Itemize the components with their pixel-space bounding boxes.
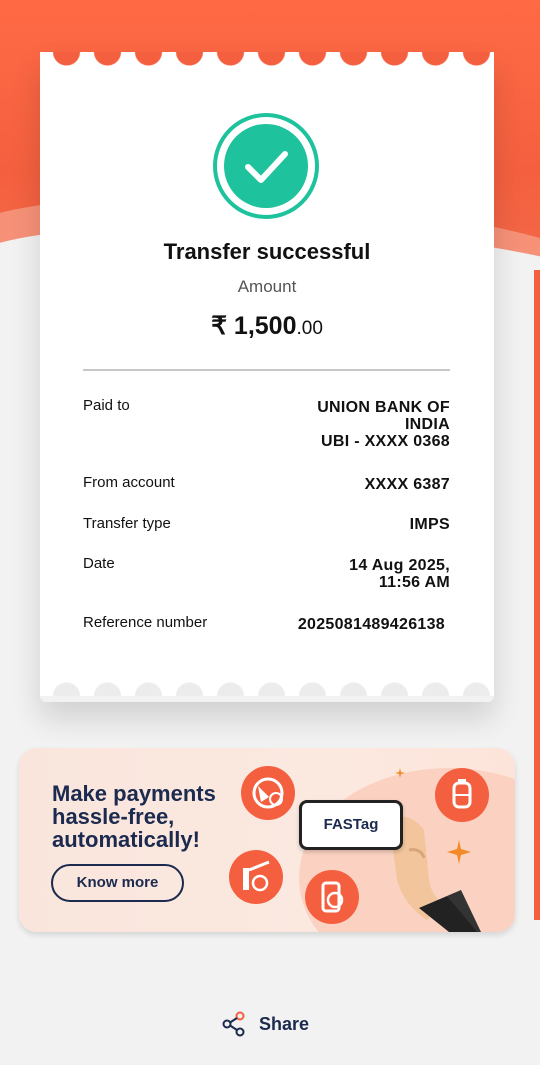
banner-title: Make payments hassle-free, automatically… <box>52 781 216 852</box>
satellite-icon <box>241 766 295 820</box>
from-account-label: From account <box>83 474 175 491</box>
transfer-type-label: Transfer type <box>83 515 171 532</box>
share-button[interactable]: Share <box>222 1010 309 1038</box>
divider <box>83 369 450 371</box>
amount-decimal: .00 <box>296 318 323 339</box>
success-icon <box>213 113 319 219</box>
sparkle-icon <box>395 768 405 778</box>
amount-value: ₹ 1,500.00 <box>40 311 494 341</box>
amount-label: Amount <box>237 277 297 296</box>
fastag-card: FASTag <box>299 800 403 850</box>
transfer-status-title: Transfer successful <box>163 239 371 264</box>
know-more-button[interactable]: Know more <box>51 864 184 902</box>
from-account-line: XXXX 6387 <box>364 476 450 493</box>
toll-gate-icon <box>229 850 283 904</box>
paid-to-line: UBI - XXXX 0368 <box>321 433 450 450</box>
share-icon <box>222 1011 245 1037</box>
mobile-payment-icon <box>305 870 359 924</box>
share-label: Share <box>259 1013 310 1034</box>
date-value: 14 Aug 2025, 11:56 AM <box>349 557 450 591</box>
paid-to-line: INDIA <box>404 416 450 433</box>
receipt-bottom-edge <box>40 680 494 696</box>
transfer-type-line: IMPS <box>409 516 450 533</box>
amount-main: ₹ 1,500 <box>211 312 297 340</box>
receipt-card: Transfer successful Amount ₹ 1,500.00 Pa… <box>40 52 494 696</box>
paid-to-line: UNION BANK OF <box>317 399 450 416</box>
date-label: Date <box>83 555 115 572</box>
fastag-promo-banner[interactable]: Make payments hassle-free, automatically… <box>19 748 515 932</box>
paid-to-value: UNION BANK OF INDIA UBI - XXXX 0368 <box>317 399 450 450</box>
paid-to-label: Paid to <box>83 397 130 414</box>
receipt-top-edge <box>40 52 494 68</box>
transfer-type-value: IMPS <box>410 516 450 533</box>
reference-number-value: 2025081489426138 <box>298 616 445 633</box>
date-line: 11:56 AM <box>378 574 450 591</box>
reference-number-line: 2025081489426138 <box>297 616 445 633</box>
from-account-value: XXXX 6387 <box>365 476 450 493</box>
checkmark-icon <box>224 124 308 208</box>
date-line: 14 Aug 2025, <box>349 557 450 574</box>
side-accent <box>534 270 540 920</box>
reference-number-label: Reference number <box>83 614 208 631</box>
